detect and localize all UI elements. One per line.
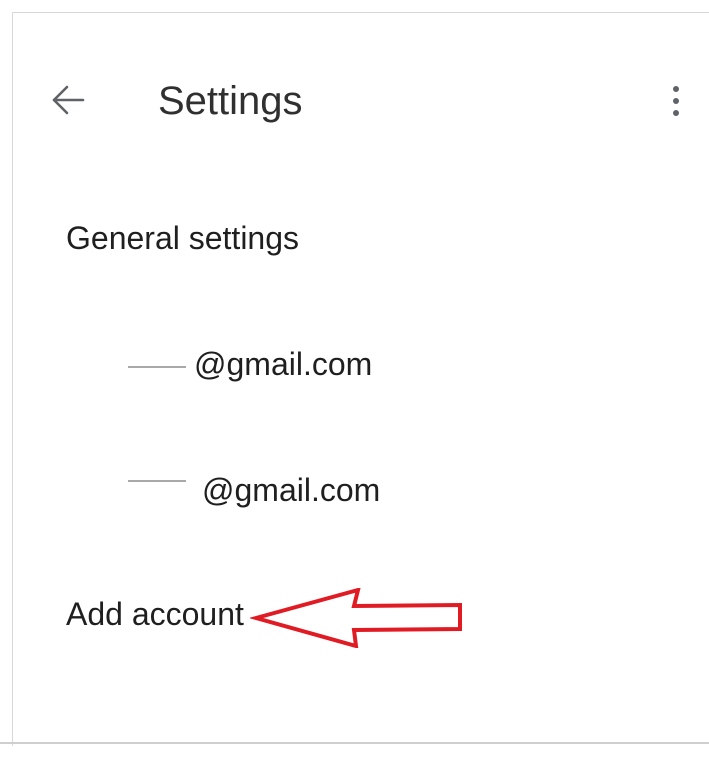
page-title: Settings (158, 79, 303, 123)
arrow-left-icon (52, 85, 85, 115)
account-email: @gmail.com (194, 346, 373, 382)
more-vert-icon-dot (673, 98, 679, 104)
general-settings-item[interactable]: General settings (66, 218, 299, 258)
more-vert-icon-dot (673, 110, 679, 116)
more-options-button[interactable] (660, 78, 692, 124)
redacted-username (128, 365, 186, 368)
red-arrow-left-icon (250, 588, 462, 648)
more-vert-icon (673, 86, 679, 92)
redacted-username (128, 479, 186, 482)
add-account-item[interactable]: Add account (66, 594, 244, 634)
account-item[interactable]: @gmail.com (128, 470, 380, 510)
bottom-divider (0, 742, 709, 744)
back-button[interactable] (48, 80, 88, 120)
account-item[interactable]: @gmail.com (128, 344, 372, 384)
account-email: @gmail.com (202, 472, 381, 508)
